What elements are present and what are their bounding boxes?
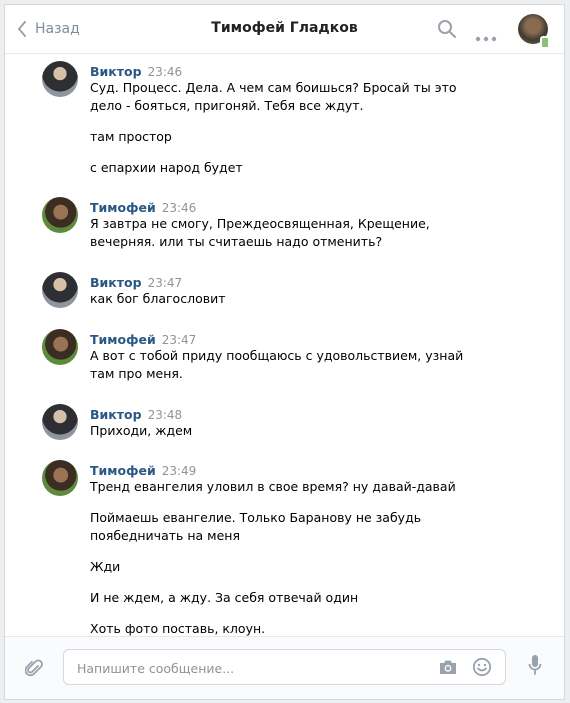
message-text: как бог благословит — [90, 291, 226, 306]
avatar[interactable] — [42, 460, 78, 496]
message-text: там простор — [90, 129, 172, 144]
message-input-box[interactable] — [63, 649, 506, 686]
message-time[interactable]: 23:48 — [148, 408, 183, 422]
avatar[interactable] — [42, 197, 78, 233]
message-text: Приходи, ждем — [90, 423, 193, 438]
message-time[interactable]: 23:46 — [148, 65, 183, 79]
message-text: с епархии народ будет — [90, 160, 243, 175]
avatar[interactable] — [42, 404, 78, 440]
message-time[interactable]: 23:46 — [162, 201, 197, 215]
message-text: И не ждем, а жду. За себя отвечай один — [90, 590, 359, 605]
message-text: Суд. Процесс. Дела. А чем сам боишься? Б… — [90, 80, 457, 113]
online-mobile-indicator — [540, 36, 550, 49]
microphone-icon[interactable] — [528, 654, 542, 680]
message-author[interactable]: Виктор — [90, 407, 142, 422]
message-text: Тренд евангелия уловил в свое время? ну … — [90, 479, 456, 494]
avatar[interactable] — [42, 61, 78, 97]
message-author[interactable]: Виктор — [90, 275, 142, 290]
message-input[interactable] — [75, 650, 429, 686]
message-text: Поймаешь евангелие. Только Баранову не з… — [90, 510, 422, 543]
paperclip-icon[interactable] — [24, 658, 43, 682]
message-author[interactable]: Тимофей — [90, 200, 156, 215]
message-text: Я завтра не смогу, Преждеосвященная, Кре… — [90, 216, 430, 249]
message-history[interactable]: Виктор 23:46 Суд. Процесс. Дела. А чем са… — [5, 54, 564, 638]
camera-icon[interactable] — [438, 659, 458, 679]
message-composer — [5, 636, 564, 699]
message-text: Жди — [90, 559, 121, 574]
message-time[interactable]: 23:47 — [148, 276, 183, 290]
avatar[interactable] — [42, 272, 78, 308]
chat-window: Назад Тимофей Гладков Виктор 23:46 Суд. П… — [4, 4, 565, 700]
message-text: А вот с тобой приду пообщаюсь с удовольс… — [90, 348, 464, 381]
message-author[interactable]: Тимофей — [90, 463, 156, 478]
smile-icon[interactable] — [472, 657, 492, 681]
message-author[interactable]: Тимофей — [90, 332, 156, 347]
avatar[interactable] — [42, 329, 78, 365]
message-time[interactable]: 23:49 — [162, 464, 197, 478]
message-author[interactable]: Виктор — [90, 64, 142, 79]
more-dots-icon[interactable] — [475, 27, 497, 46]
message-time[interactable]: 23:47 — [162, 333, 197, 347]
search-icon[interactable] — [437, 19, 457, 43]
chat-header: Назад Тимофей Гладков — [5, 5, 564, 54]
